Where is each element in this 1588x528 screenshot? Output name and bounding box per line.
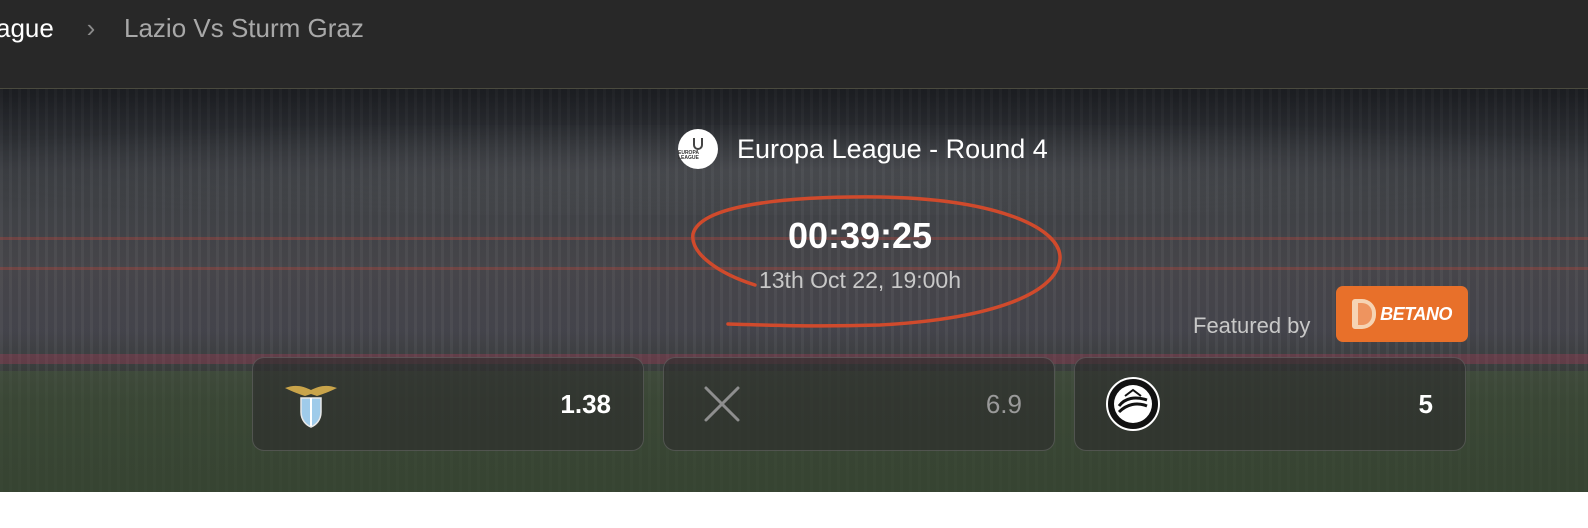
breadcrumb-previous-link[interactable]: ague — [0, 0, 54, 56]
betano-sponsor-button[interactable]: BETANO — [1336, 286, 1468, 342]
odds-draw-value: 6.9 — [985, 388, 1022, 419]
top-bar: ague › Lazio Vs Sturm Graz — [0, 0, 1588, 89]
odds-home-value: 1.38 — [560, 388, 611, 419]
sturm-graz-crest-icon — [1105, 377, 1161, 431]
match-hero-banner: EUROPA LEAGUE Europa League - Round 4 00… — [0, 89, 1588, 492]
odds-home-button[interactable]: 1.38 — [252, 357, 644, 451]
odds-away-button[interactable]: 5 — [1074, 357, 1466, 451]
sponsor-brand: BETANO — [1380, 303, 1452, 324]
odds-draw-button[interactable]: 6.9 — [663, 357, 1055, 451]
close-icon — [694, 380, 750, 428]
odds-away-value: 5 — [1418, 388, 1433, 419]
lazio-crest-icon — [283, 380, 339, 428]
featured-by-label: Featured by — [1193, 313, 1311, 338]
betano-logo-icon — [1352, 299, 1377, 329]
breadcrumb-current: Lazio Vs Sturm Graz — [124, 12, 364, 43]
chevron-right-icon: › — [86, 12, 96, 43]
